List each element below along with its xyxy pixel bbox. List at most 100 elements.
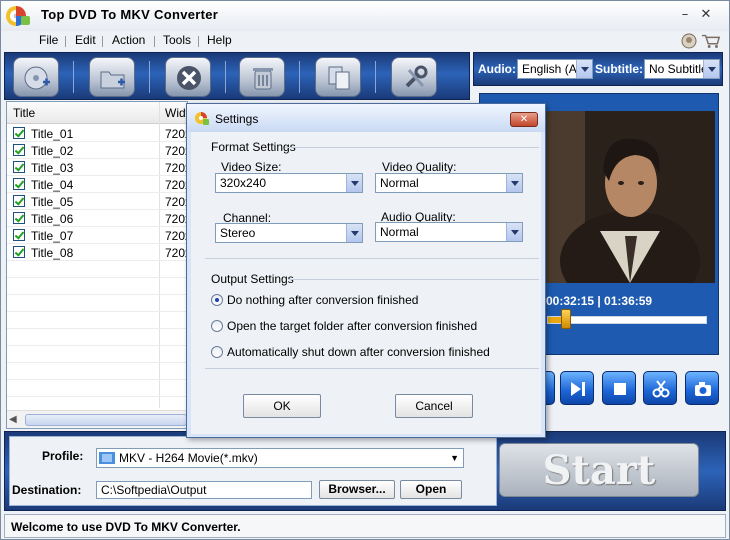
- row-title: Title_07: [31, 229, 74, 243]
- browse-button[interactable]: Browser...: [319, 480, 395, 499]
- video-size-value: 320x240: [220, 176, 267, 190]
- table-row: [7, 363, 187, 380]
- option-do-nothing-label[interactable]: Do nothing after conversion finished: [227, 293, 418, 307]
- video-size-label: Video Size:: [221, 160, 282, 174]
- row-checkbox[interactable]: [13, 212, 25, 224]
- toolbar-separator: [73, 61, 74, 93]
- load-dvd-icon: [24, 66, 50, 90]
- option-shut-down-label[interactable]: Automatically shut down after conversion…: [227, 345, 490, 359]
- table-row: [7, 261, 187, 278]
- app-logo-icon: [6, 6, 30, 26]
- table-row[interactable]: Title_04 720x: [7, 176, 191, 193]
- add-dvd-button[interactable]: [13, 57, 59, 97]
- table-row[interactable]: Title_01 720x: [7, 125, 191, 142]
- add-folder-button[interactable]: [89, 57, 135, 97]
- row-title: Title_01: [31, 127, 74, 141]
- table-row: [7, 329, 187, 346]
- stop-icon: [614, 383, 626, 395]
- stop-button[interactable]: [602, 371, 636, 405]
- table-row: [7, 380, 187, 397]
- minimize-button[interactable]: –: [677, 7, 693, 23]
- main-window: Top DVD To MKV Converter – ✕ File Edit A…: [0, 0, 730, 540]
- video-frame: [545, 111, 715, 283]
- chevron-down-icon: [576, 60, 592, 78]
- camera-icon: [695, 382, 711, 396]
- dialog-title-bar: Settings ✕: [187, 104, 545, 132]
- copy-button[interactable]: [315, 57, 361, 97]
- chevron-down-icon: [506, 223, 522, 241]
- row-checkbox[interactable]: [13, 178, 25, 190]
- main-toolbar: [4, 52, 470, 100]
- video-quality-value: Normal: [380, 176, 419, 190]
- toolbar-separator: [299, 61, 300, 93]
- delete-icon: [177, 66, 201, 90]
- format-settings-heading: Format Settings: [211, 140, 296, 154]
- scrollbar-thumb[interactable]: [25, 414, 187, 426]
- horizontal-scrollbar[interactable]: ◀: [7, 410, 187, 428]
- output-settings-area: Profile: MKV - H264 Movie(*.mkv) ▼ Desti…: [9, 436, 497, 506]
- remove-button[interactable]: [165, 57, 211, 97]
- chevron-down-icon: ▼: [450, 453, 459, 463]
- row-title: Title_05: [31, 195, 74, 209]
- clear-button[interactable]: [239, 57, 285, 97]
- open-button[interactable]: Open: [400, 480, 462, 499]
- destination-input[interactable]: C:\Softpedia\Output: [96, 481, 312, 499]
- row-checkbox[interactable]: [13, 144, 25, 156]
- table-row[interactable]: Title_06 720x: [7, 210, 191, 227]
- video-quality-select[interactable]: Normal: [375, 173, 523, 193]
- chevron-down-icon: [703, 60, 719, 78]
- menu-action[interactable]: Action: [112, 33, 145, 47]
- chevron-down-icon: [346, 224, 362, 242]
- cancel-button[interactable]: Cancel: [395, 394, 473, 418]
- option-open-folder-label[interactable]: Open the target folder after conversion …: [227, 319, 477, 333]
- table-row[interactable]: Title_02 720x: [7, 142, 191, 159]
- copy-icon: [328, 66, 350, 90]
- toolbar-separator: [225, 61, 226, 93]
- row-checkbox[interactable]: [13, 161, 25, 173]
- table-row[interactable]: Title_08 720x: [7, 244, 191, 261]
- title-list[interactable]: Title Widt Title_01 720x Title_02 720x Tit…: [6, 101, 191, 429]
- list-header: Title Widt: [7, 102, 189, 124]
- menu-tools[interactable]: Tools: [163, 33, 191, 47]
- help-globe-icon[interactable]: [679, 32, 699, 50]
- radio-open-folder[interactable]: [211, 320, 223, 332]
- ok-button[interactable]: OK: [243, 394, 321, 418]
- profile-select[interactable]: MKV - H264 Movie(*.mkv) ▼: [96, 448, 464, 468]
- subtitle-select[interactable]: No Subtitle: [644, 59, 720, 79]
- audio-select[interactable]: English (AC: [517, 59, 593, 79]
- tools-button[interactable]: [391, 57, 437, 97]
- next-icon: [571, 382, 585, 396]
- menu-file[interactable]: File: [39, 33, 58, 47]
- table-row[interactable]: Title_07 720x: [7, 227, 191, 244]
- close-button[interactable]: ✕: [698, 7, 714, 23]
- table-row[interactable]: Title_05 720x: [7, 193, 191, 210]
- app-logo-icon: [195, 112, 209, 125]
- start-button[interactable]: Start: [499, 443, 699, 497]
- load-folder-icon: [100, 71, 125, 89]
- toolbar-separator: [149, 61, 150, 93]
- radio-do-nothing[interactable]: [211, 294, 223, 306]
- dialog-close-button[interactable]: ✕: [510, 112, 538, 127]
- clip-button[interactable]: [643, 371, 677, 405]
- channel-select[interactable]: Stereo: [215, 223, 363, 243]
- row-checkbox[interactable]: [13, 229, 25, 241]
- audio-quality-value: Normal: [380, 225, 419, 239]
- cart-icon[interactable]: [701, 32, 721, 50]
- video-size-select[interactable]: 320x240: [215, 173, 363, 193]
- menu-edit[interactable]: Edit: [75, 33, 96, 47]
- table-row[interactable]: Title_03 720x: [7, 159, 191, 176]
- seek-bar[interactable]: [547, 316, 707, 324]
- radio-shut-down[interactable]: [211, 346, 223, 358]
- row-checkbox[interactable]: [13, 246, 25, 258]
- seek-handle[interactable]: [560, 309, 571, 329]
- row-checkbox[interactable]: [13, 127, 25, 139]
- row-checkbox[interactable]: [13, 195, 25, 207]
- table-row: [7, 278, 187, 295]
- scroll-left-icon[interactable]: ◀: [9, 414, 17, 425]
- menu-help[interactable]: Help: [207, 33, 232, 47]
- next-button[interactable]: [560, 371, 594, 405]
- profile-label: Profile:: [42, 449, 84, 463]
- snapshot-button[interactable]: [685, 371, 719, 405]
- column-header-title[interactable]: Title: [13, 106, 35, 120]
- audio-quality-select[interactable]: Normal: [375, 222, 523, 242]
